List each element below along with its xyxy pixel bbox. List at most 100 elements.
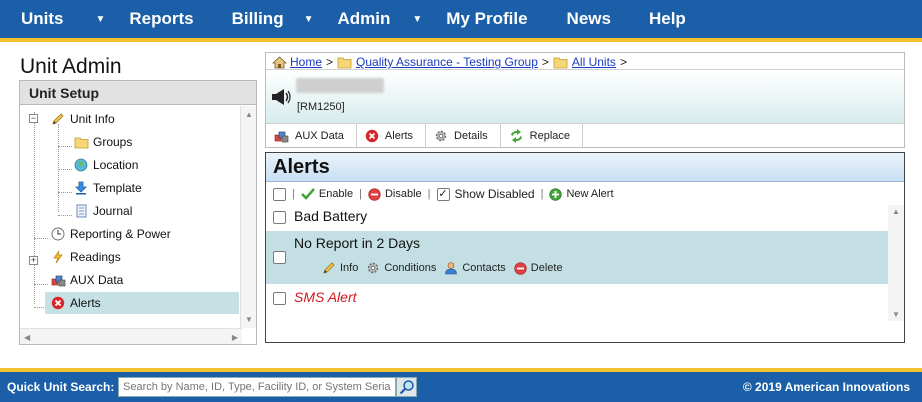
tree-expand-toggle[interactable]: + xyxy=(29,256,38,265)
breadcrumb-separator: > xyxy=(326,55,334,69)
folder-icon xyxy=(553,56,568,69)
new-alert-button[interactable]: New Alert xyxy=(549,187,614,201)
nav-news[interactable]: News xyxy=(567,0,611,38)
toolbar-divider: | xyxy=(359,188,362,200)
page-title: Unit Admin xyxy=(20,55,122,78)
search-button[interactable] xyxy=(396,377,417,397)
breadcrumb-all-units[interactable]: All Units xyxy=(572,55,616,69)
user-icon xyxy=(444,261,458,275)
top-nav: Units ▼ Reports Billing ▼ Admin ▼ My Pro… xyxy=(0,0,922,38)
minus-circle-icon xyxy=(368,187,381,201)
tree-item-readings[interactable]: Readings xyxy=(50,246,121,268)
journal-icon xyxy=(73,203,89,219)
scroll-up-icon[interactable]: ▲ xyxy=(245,110,253,119)
delete-label: Delete xyxy=(530,262,563,274)
scroll-down-icon[interactable]: ▼ xyxy=(245,315,253,324)
nav-help[interactable]: Help xyxy=(649,0,686,38)
unit-id: [RM1250] xyxy=(297,101,345,113)
alert-checkbox[interactable] xyxy=(273,251,286,264)
enable-label: Enable xyxy=(318,188,354,200)
nav-units-label: Units xyxy=(21,9,64,28)
tree-line xyxy=(34,284,48,285)
list-item[interactable]: No Report in 2 Days Info Conditions Cont… xyxy=(266,231,888,284)
alert-name[interactable]: SMS Alert xyxy=(294,289,357,305)
alert-row-actions: Info Conditions Contacts Delete xyxy=(322,261,571,275)
nav-units[interactable]: Units ▼ xyxy=(21,0,105,38)
tree-item-label: Reporting & Power xyxy=(70,227,171,241)
nav-help-label: Help xyxy=(648,9,686,28)
nav-billing-label: Billing xyxy=(231,9,284,28)
nav-reports[interactable]: Reports xyxy=(129,0,193,38)
scroll-up-icon[interactable]: ▲ xyxy=(892,207,900,216)
unit-setup-tree: − + Unit Info Groups Location Template J… xyxy=(20,106,242,328)
tree-item-groups[interactable]: Groups xyxy=(73,131,132,153)
tree-item-reporting-power[interactable]: Reporting & Power xyxy=(50,223,171,245)
unit-identity-box: [RM1250] xyxy=(266,69,904,123)
info-button[interactable]: Info xyxy=(322,261,358,275)
tree-line xyxy=(58,169,72,170)
quick-search-input[interactable] xyxy=(118,377,396,397)
conditions-label: Conditions xyxy=(384,262,437,274)
scroll-left-icon[interactable]: ◀ xyxy=(24,333,30,342)
tab-alerts[interactable]: Alerts xyxy=(357,124,427,147)
toolbar-divider: | xyxy=(292,188,295,200)
tree-collapse-toggle[interactable]: − xyxy=(29,114,38,123)
conditions-button[interactable]: Conditions xyxy=(366,261,436,275)
tree-line xyxy=(58,215,72,216)
nav-reports-label: Reports xyxy=(129,9,194,28)
breadcrumb-home[interactable]: Home xyxy=(290,55,322,69)
show-disabled-toggle[interactable]: Show Disabled xyxy=(436,187,535,201)
gear-icon xyxy=(366,261,380,275)
unit-header-panel: Home > Quality Assurance - Testing Group… xyxy=(265,52,905,148)
tree-item-unit-info[interactable]: Unit Info xyxy=(50,108,115,130)
alerts-vertical-scrollbar[interactable]: ▲ ▼ xyxy=(888,205,904,321)
nav-my-profile[interactable]: My Profile xyxy=(446,0,527,38)
aux-data-icon xyxy=(50,272,66,288)
toolbar-divider: | xyxy=(427,188,431,200)
chevron-down-icon[interactable]: ▼ xyxy=(412,14,422,25)
alert-x-icon xyxy=(365,129,379,143)
delete-button[interactable]: Delete xyxy=(514,261,563,275)
contacts-button[interactable]: Contacts xyxy=(444,261,506,275)
alert-name[interactable]: Bad Battery xyxy=(294,208,367,224)
chevron-down-icon[interactable]: ▼ xyxy=(96,14,106,25)
list-item[interactable]: Bad Battery xyxy=(266,205,888,229)
breadcrumb-group[interactable]: Quality Assurance - Testing Group xyxy=(356,55,538,69)
quick-search-label: Quick Unit Search: xyxy=(7,380,115,394)
chevron-down-icon[interactable]: ▼ xyxy=(304,14,314,25)
tree-vertical-scrollbar[interactable]: ▲ ▼ xyxy=(240,106,256,328)
header-accent-bar xyxy=(0,38,922,42)
scroll-down-icon[interactable]: ▼ xyxy=(892,310,900,319)
tree-item-alerts[interactable]: Alerts xyxy=(45,292,239,314)
show-disabled-checkbox[interactable] xyxy=(436,187,450,201)
disable-button[interactable]: Disable xyxy=(368,187,422,201)
enable-button[interactable]: Enable xyxy=(300,188,354,200)
search-icon xyxy=(399,379,415,395)
contacts-label: Contacts xyxy=(462,262,506,274)
alerts-title: Alerts xyxy=(266,153,904,182)
list-item[interactable]: SMS Alert xyxy=(266,286,888,310)
tree-item-aux-data[interactable]: AUX Data xyxy=(50,269,123,291)
alert-checkbox[interactable] xyxy=(273,211,286,224)
tree-item-journal[interactable]: Journal xyxy=(73,200,132,222)
tree-item-template[interactable]: Template xyxy=(73,177,142,199)
alert-checkbox[interactable] xyxy=(273,292,286,305)
gear-icon xyxy=(434,129,448,143)
tree-horizontal-scrollbar[interactable]: ◀ ▶ xyxy=(20,328,242,344)
tree-item-location[interactable]: Location xyxy=(73,154,138,176)
replace-icon xyxy=(509,128,524,143)
tab-aux-data[interactable]: AUX Data xyxy=(266,124,357,147)
tree-item-label: Unit Info xyxy=(70,112,115,126)
check-icon xyxy=(300,188,315,200)
nav-billing[interactable]: Billing ▼ xyxy=(232,0,314,38)
tab-details[interactable]: Details xyxy=(426,124,501,147)
home-icon[interactable] xyxy=(272,55,287,69)
tree-item-label: AUX Data xyxy=(70,273,124,287)
alert-name[interactable]: No Report in 2 Days xyxy=(294,235,420,251)
nav-admin[interactable]: Admin ▼ xyxy=(338,0,423,38)
tree-line xyxy=(58,124,59,212)
show-disabled-label: Show Disabled xyxy=(454,187,535,201)
tab-replace[interactable]: Replace xyxy=(501,124,584,147)
select-all-checkbox[interactable] xyxy=(273,187,286,201)
scroll-right-icon[interactable]: ▶ xyxy=(232,333,238,342)
